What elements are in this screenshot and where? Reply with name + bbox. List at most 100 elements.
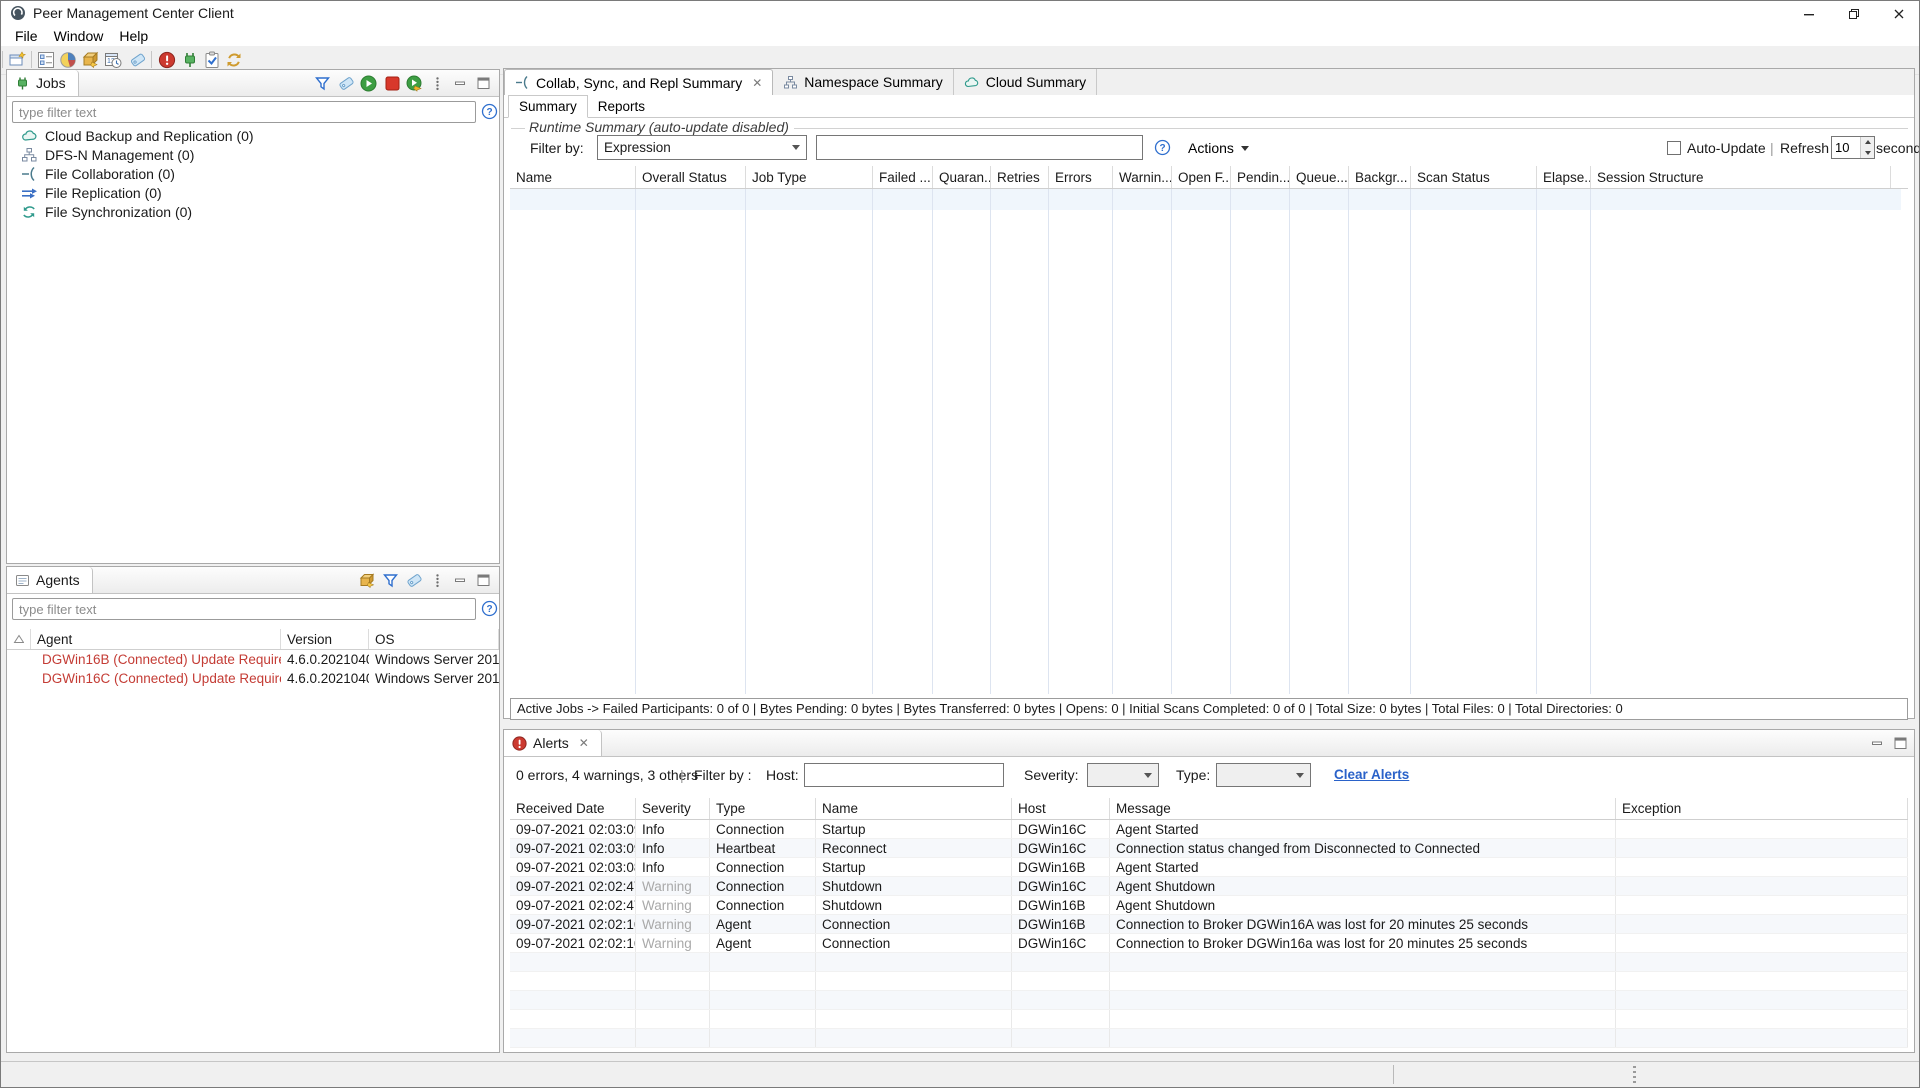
jobs-filter-help-button[interactable]: ? (481, 103, 498, 120)
menu-window[interactable]: Window (46, 25, 112, 46)
agents-filter-input[interactable] (12, 598, 476, 620)
table-row[interactable]: 09-07-2021 02:03:08InfoConnectionStartup… (510, 858, 1908, 877)
window-close-button[interactable] (1876, 1, 1920, 27)
column-header[interactable]: Exception (1616, 798, 1908, 819)
agents-maximize-button[interactable] (475, 571, 493, 589)
auto-update-checkbox[interactable] (1667, 141, 1681, 155)
view-alerts-button[interactable] (156, 49, 178, 71)
refresh-interval-input[interactable] (1832, 137, 1860, 158)
column-header[interactable]: Quaran... (933, 166, 991, 188)
jobs-tree-item-collab[interactable]: File Collaboration (0) (21, 164, 481, 183)
jobs-tree-item-cloud[interactable]: Cloud Backup and Replication (0) (21, 126, 481, 145)
menu-help[interactable]: Help (111, 25, 156, 46)
jobs-filter-button[interactable] (314, 74, 332, 92)
column-header[interactable]: Elapse... (1537, 166, 1591, 188)
table-row[interactable]: 09-07-2021 02:02:47WarningConnectionShut… (510, 896, 1908, 915)
column-header[interactable]: Queue... (1290, 166, 1349, 188)
agents-tags-button[interactable] (406, 571, 424, 589)
jobs-tags-button[interactable] (338, 74, 356, 92)
new-job-button[interactable] (7, 49, 29, 71)
column-header[interactable]: OS (369, 629, 499, 649)
table-row[interactable]: 09-07-2021 02:02:16WarningAgentConnectio… (510, 934, 1908, 953)
filter-expression-input[interactable] (816, 135, 1143, 160)
tab-jobs[interactable]: Jobs (7, 70, 79, 96)
column-header[interactable]: Retries (991, 166, 1049, 188)
table-row[interactable]: DGWin16C (Connected) Update Required4.6.… (7, 669, 499, 688)
table-row[interactable]: 09-07-2021 02:03:09InfoHeartbeatReconnec… (510, 839, 1908, 858)
agents-filter-help-button[interactable]: ? (481, 600, 498, 617)
tab-cloud-summary[interactable]: Cloud Summary (954, 69, 1097, 95)
spinner-up-button[interactable] (1861, 137, 1874, 148)
actions-menu-button[interactable]: Actions (1182, 137, 1255, 159)
trim-drag-handle[interactable] (1633, 1066, 1638, 1083)
column-header[interactable]: Scan Status (1411, 166, 1537, 188)
jobs-stop-button[interactable] (384, 74, 402, 92)
tab-close-icon[interactable]: ✕ (575, 737, 589, 749)
column-header[interactable]: Errors (1049, 166, 1113, 188)
agents-button[interactable] (179, 49, 201, 71)
table-row[interactable]: 09-07-2021 02:03:09InfoConnectionStartup… (510, 820, 1908, 839)
table-row[interactable]: 09-07-2021 02:02:47WarningConnectionShut… (510, 877, 1908, 896)
agents-minimize-button[interactable] (452, 571, 470, 589)
schedule-button[interactable]: 12 (102, 49, 124, 71)
column-header[interactable]: Name (816, 798, 1012, 819)
subtab-summary[interactable]: Summary (508, 95, 588, 118)
tags-button[interactable] (127, 49, 149, 71)
menu-file[interactable]: File (7, 25, 46, 46)
column-header[interactable]: Open F... (1172, 166, 1231, 188)
tasks-button[interactable] (201, 49, 223, 71)
subtab-reports[interactable]: Reports (588, 95, 655, 117)
column-header[interactable]: Pendin... (1231, 166, 1290, 188)
jobs-start-button[interactable] (360, 74, 378, 92)
jobs-view-menu-button[interactable] (429, 74, 447, 92)
type-select[interactable] (1216, 763, 1311, 787)
column-header[interactable]: Agent (31, 629, 281, 649)
tab-namespace-summary[interactable]: Namespace Summary (773, 69, 954, 95)
column-header[interactable]: Severity (636, 798, 710, 819)
agents-install-button[interactable] (359, 571, 377, 589)
jobs-filter-input[interactable] (12, 101, 476, 123)
column-header[interactable]: Received Date (510, 798, 636, 819)
jobs-tree-item-sync[interactable]: File Synchronization (0) (21, 202, 481, 221)
jobs-start-all-button[interactable] (406, 74, 424, 92)
host-filter-input[interactable] (804, 763, 1004, 787)
jobs-minimize-button[interactable] (452, 74, 470, 92)
column-header[interactable]: Type (710, 798, 816, 819)
column-header[interactable]: Session Structure (1591, 166, 1891, 188)
refresh-interval-spinner[interactable] (1831, 136, 1875, 159)
tab-alerts[interactable]: Alerts ✕ (504, 730, 602, 756)
alerts-maximize-button[interactable] (1892, 734, 1910, 752)
column-header[interactable]: Name (510, 166, 636, 188)
table-row[interactable]: DGWin16B (Connected) Update Required4.6.… (7, 650, 499, 669)
column-header[interactable]: Message (1110, 798, 1616, 819)
jobs-tree-item-replication[interactable]: File Replication (0) (21, 183, 481, 202)
column-header[interactable]: Version (281, 629, 369, 649)
window-minimize-button[interactable] (1786, 1, 1831, 27)
filter-mode-select[interactable]: Expression (597, 135, 807, 160)
column-header[interactable]: Backgr... (1349, 166, 1411, 188)
jobs-maximize-button[interactable] (475, 74, 493, 92)
spinner-down-button[interactable] (1861, 148, 1874, 159)
tab-collab-sync-repl-summary[interactable]: Collab, Sync, and Repl Summary ✕ (504, 69, 773, 96)
window-restore-button[interactable] (1831, 1, 1876, 27)
column-header[interactable]: Failed ... (873, 166, 933, 188)
tab-close-icon[interactable]: ✕ (748, 77, 762, 89)
column-header[interactable]: Job Type (746, 166, 873, 188)
alerts-minimize-button[interactable] (1869, 734, 1887, 752)
table-row[interactable]: 09-07-2021 02:02:16WarningAgentConnectio… (510, 915, 1908, 934)
column-header[interactable]: Warnin... (1113, 166, 1172, 188)
column-header[interactable]: Overall Status (636, 166, 746, 188)
column-header[interactable]: Host (1012, 798, 1110, 819)
clear-alerts-link[interactable]: Clear Alerts (1334, 767, 1409, 782)
tab-agents[interactable]: Agents (7, 567, 93, 593)
agents-filter-button[interactable] (382, 571, 400, 589)
sort-indicator[interactable] (7, 629, 31, 649)
jobs-tree-item-dfs[interactable]: DFS-N Management (0) (21, 145, 481, 164)
severity-select[interactable] (1087, 763, 1159, 787)
refresh-button[interactable] (223, 49, 245, 71)
pie-chart-button[interactable] (57, 49, 79, 71)
install-updates-button[interactable] (80, 49, 102, 71)
agents-view-menu-button[interactable] (429, 571, 447, 589)
filter-help-button[interactable]: ? (1154, 139, 1171, 156)
show-view-button[interactable] (35, 49, 57, 71)
